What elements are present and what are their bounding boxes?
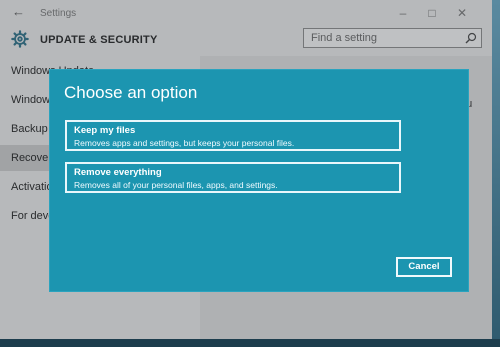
cancel-button[interactable]: Cancel — [396, 257, 452, 277]
option-description: Removes all of your personal files, apps… — [74, 180, 278, 190]
keep-my-files-option[interactable]: Keep my files Removes apps and settings,… — [65, 120, 401, 151]
option-title: Remove everything — [74, 167, 162, 178]
remove-everything-option[interactable]: Remove everything Removes all of your pe… — [65, 162, 401, 193]
choose-option-dialog: Choose an option Keep my files Removes a… — [50, 70, 468, 291]
desktop-background-bottom — [0, 339, 500, 347]
dialog-title: Choose an option — [64, 83, 198, 102]
desktop-background-right — [492, 0, 500, 347]
option-title: Keep my files — [74, 125, 136, 136]
option-description: Removes apps and settings, but keeps you… — [74, 138, 295, 148]
